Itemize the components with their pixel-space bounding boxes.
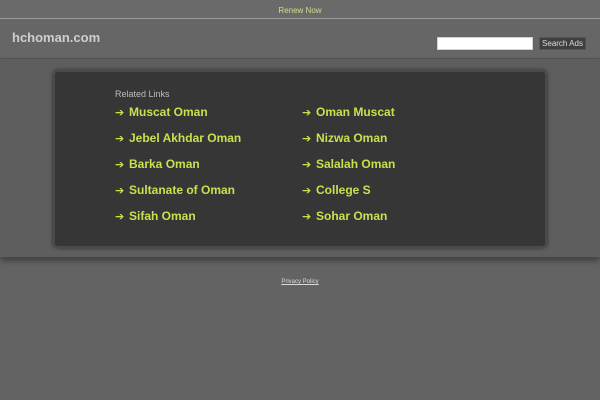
related-link-label: Sifah Oman	[129, 209, 196, 223]
related-link[interactable]: ➔ Sultanate of Oman	[115, 183, 235, 197]
related-link[interactable]: ➔ Jebel Akhdar Oman	[115, 131, 241, 145]
arrow-right-icon: ➔	[115, 133, 125, 145]
arrow-right-icon: ➔	[115, 159, 125, 171]
related-link[interactable]: ➔ Muscat Oman	[115, 105, 208, 119]
arrow-right-icon: ➔	[302, 159, 312, 171]
search-input[interactable]	[437, 37, 533, 50]
arrow-right-icon: ➔	[115, 185, 125, 197]
renew-now-link[interactable]: Renew Now	[278, 6, 321, 15]
related-link-label: Jebel Akhdar Oman	[129, 131, 242, 145]
arrow-right-icon: ➔	[302, 185, 312, 197]
footer: Privacy Policy	[0, 279, 600, 285]
header: hchoman.com Search Ads	[0, 19, 600, 59]
related-link[interactable]: ➔ Oman Muscat	[302, 105, 395, 119]
related-link-label: Barka Oman	[129, 157, 200, 171]
related-link-label: Muscat Oman	[129, 105, 208, 119]
main-band: Related Links ➔ Muscat Oman ➔ Oman Muscat …	[0, 59, 600, 257]
related-link-label: Sohar Oman	[316, 209, 388, 223]
related-link-label: Oman Muscat	[316, 105, 395, 119]
arrow-right-icon: ➔	[302, 211, 312, 223]
related-link-label: Nizwa Oman	[316, 131, 388, 145]
related-link[interactable]: ➔ Barka Oman	[115, 157, 200, 171]
arrow-right-icon: ➔	[115, 107, 125, 119]
related-link-label: College S	[316, 183, 371, 197]
related-link[interactable]: ➔ College S	[302, 183, 371, 197]
arrow-right-icon: ➔	[115, 211, 125, 223]
related-link[interactable]: ➔ Nizwa Oman	[302, 131, 387, 145]
related-links-panel: Related Links ➔ Muscat Oman ➔ Oman Muscat …	[53, 70, 547, 248]
related-links-heading: Related Links	[115, 89, 170, 99]
related-link[interactable]: ➔ Sohar Oman	[302, 209, 387, 223]
related-link[interactable]: ➔ Salalah Oman	[302, 157, 395, 171]
top-bar: Renew Now	[0, 0, 600, 19]
arrow-right-icon: ➔	[302, 133, 312, 145]
related-link-label: Sultanate of Oman	[129, 183, 236, 197]
search-ads-button[interactable]: Search Ads	[539, 37, 586, 50]
related-link[interactable]: ➔ Sifah Oman	[115, 209, 196, 223]
privacy-policy-link[interactable]: Privacy Policy	[281, 279, 318, 285]
related-link-label: Salalah Oman	[316, 157, 396, 171]
arrow-right-icon: ➔	[302, 107, 312, 119]
site-title: hchoman.com	[12, 30, 101, 45]
